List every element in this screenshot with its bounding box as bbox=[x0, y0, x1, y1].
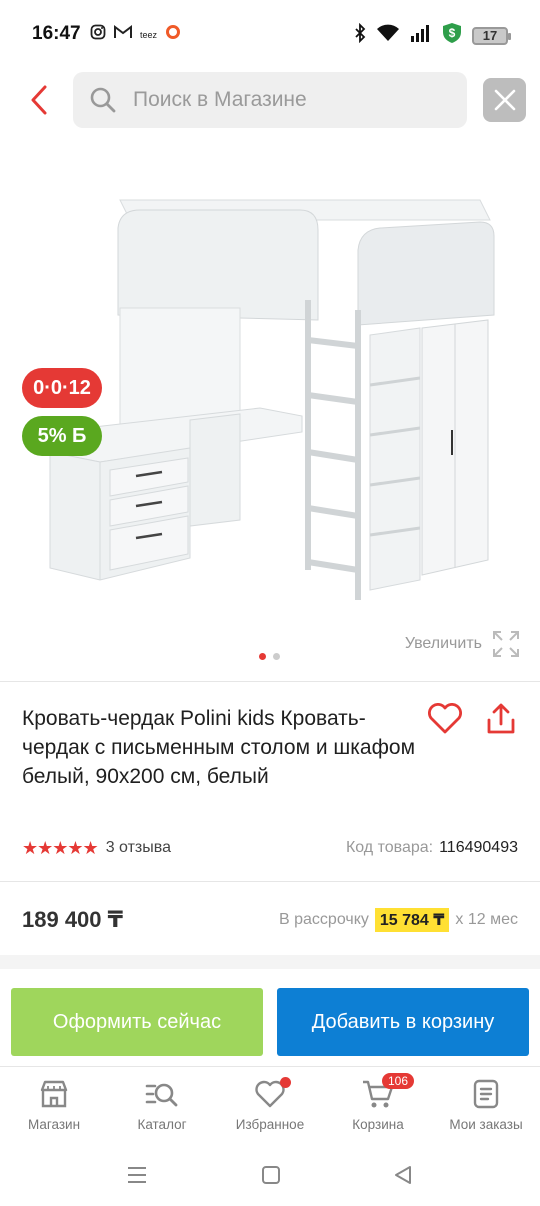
divider bbox=[0, 881, 540, 882]
installment-info[interactable]: В рассрочку 15 784 ₸ х 12 мес bbox=[279, 908, 518, 932]
checkout-button[interactable]: Оформить сейчас bbox=[11, 988, 263, 1056]
divider bbox=[0, 681, 540, 682]
sku-label: Код товара: bbox=[345, 839, 434, 856]
search-input[interactable]: Поиск в Магазине bbox=[73, 72, 467, 128]
zoom-label: Увеличить bbox=[404, 635, 482, 652]
recent-apps-button[interactable] bbox=[122, 1162, 152, 1188]
zoom-button[interactable]: Увеличить bbox=[405, 630, 520, 658]
bottom-nav: Магазин Каталог Избранное 106 Корзина Мо… bbox=[0, 1066, 540, 1146]
gallery-pagination bbox=[259, 653, 280, 660]
store-icon bbox=[37, 1077, 71, 1111]
nav-label-store: Магазин bbox=[27, 1117, 81, 1132]
wifi-icon bbox=[376, 24, 400, 47]
search-icon bbox=[87, 84, 119, 116]
svg-text:$: $ bbox=[449, 26, 456, 40]
price: 189 400 ₸ bbox=[22, 907, 123, 932]
signal-icon bbox=[410, 24, 432, 47]
bluetooth-icon bbox=[354, 22, 366, 48]
nav-item-orders[interactable]: Мои заказы bbox=[432, 1067, 540, 1146]
favorites-indicator bbox=[280, 1077, 291, 1088]
instagram-icon bbox=[90, 24, 106, 45]
share-icon bbox=[487, 703, 515, 734]
add-to-cart-button[interactable]: Добавить в корзину bbox=[277, 988, 529, 1056]
circle-app-icon bbox=[165, 24, 181, 45]
installment-badge: 0·0·12 bbox=[22, 368, 102, 408]
section-separator bbox=[0, 955, 540, 969]
price-row: 189 400 ₸ В рассрочку 15 784 ₸ х 12 мес bbox=[22, 905, 518, 935]
nav-item-favorites[interactable]: Избранное bbox=[216, 1067, 324, 1146]
dollar-shield-icon: $ bbox=[442, 22, 462, 49]
nav-item-catalog[interactable]: Каталог bbox=[108, 1067, 216, 1146]
search-placeholder: Поиск в Магазине bbox=[133, 88, 307, 111]
orders-icon bbox=[469, 1077, 503, 1111]
battery-icon: 17 bbox=[472, 26, 511, 45]
reviews-link[interactable]: 3 отзыва bbox=[106, 839, 171, 857]
home-button[interactable] bbox=[256, 1162, 286, 1188]
close-button[interactable] bbox=[483, 78, 526, 122]
installment-prefix: В рассрочку bbox=[279, 911, 369, 928]
nav-item-cart[interactable]: 106 Корзина bbox=[324, 1067, 432, 1146]
notification-icons: teez bbox=[90, 24, 181, 45]
installment-suffix: х 12 мес bbox=[455, 911, 518, 928]
menu-icon bbox=[128, 1167, 146, 1183]
nav-label-catalog: Каталог bbox=[137, 1117, 187, 1132]
installment-amount: 15 784 ₸ bbox=[374, 908, 450, 932]
heart-icon bbox=[428, 703, 462, 734]
status-bar: 16:47 teez $ 17 bbox=[0, 0, 540, 70]
system-icons: $ 17 bbox=[354, 22, 511, 49]
close-icon bbox=[494, 89, 515, 111]
cart-count-badge: 106 bbox=[382, 1073, 415, 1089]
sku-value: 116490493 bbox=[439, 839, 518, 856]
pagination-dot[interactable] bbox=[273, 653, 280, 660]
rating-stars: ★★★★★ bbox=[22, 837, 99, 858]
nav-label-cart: Корзина bbox=[352, 1117, 404, 1132]
back-icon bbox=[31, 85, 47, 115]
status-time: 16:47 bbox=[32, 23, 81, 44]
home-square-icon bbox=[262, 1166, 280, 1184]
system-navigation bbox=[0, 1146, 540, 1206]
favorite-button[interactable] bbox=[425, 700, 465, 738]
nav-label-favorites: Избранное bbox=[235, 1117, 305, 1132]
nav-item-store[interactable]: Магазин bbox=[0, 1067, 108, 1146]
teez-icon: teez bbox=[140, 29, 158, 40]
product-title: Кровать-чердак Polini kids Кровать-черда… bbox=[22, 707, 416, 788]
nav-label-orders: Мои заказы bbox=[449, 1117, 523, 1132]
share-button[interactable] bbox=[482, 700, 520, 738]
gmail-icon bbox=[114, 25, 132, 44]
product-gallery[interactable]: 0·0·12 5% Б Увеличить bbox=[0, 140, 540, 675]
bonus-badge: 5% Б bbox=[22, 416, 102, 456]
pagination-dot-active[interactable] bbox=[259, 653, 266, 660]
back-system-button[interactable] bbox=[388, 1162, 418, 1188]
search-header: Поиск в Магазине bbox=[0, 70, 540, 132]
back-triangle-icon bbox=[395, 1166, 411, 1184]
product-image[interactable] bbox=[40, 170, 510, 610]
expand-icon bbox=[493, 631, 519, 657]
rating-row: ★★★★★ 3 отзыва Код товара: 116490493 bbox=[22, 836, 518, 860]
back-button[interactable] bbox=[22, 82, 56, 118]
catalog-icon bbox=[145, 1077, 179, 1111]
